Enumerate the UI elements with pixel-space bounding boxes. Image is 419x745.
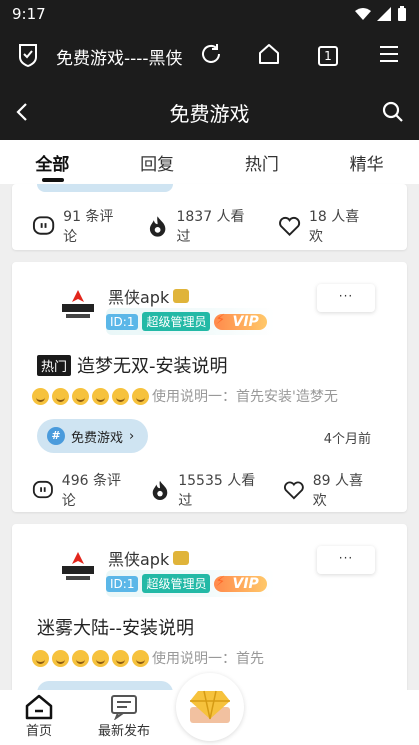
excerpt-text: 使用说明一：首先 <box>152 651 264 667</box>
admin-badge: 超级管理员 <box>142 312 211 331</box>
username[interactable]: 黑侠apk <box>108 284 190 308</box>
page-title: 免费游戏 <box>169 102 250 126</box>
smile-emoji-icon <box>72 387 89 405</box>
id-badge: ID:1 <box>106 313 139 330</box>
likes-count: 89 人喜欢 <box>312 473 363 509</box>
post-title-text: 迷雾大陆--安装说明 <box>37 618 194 639</box>
views-stat: 1837 人看过 <box>147 206 256 246</box>
chat-icon <box>111 695 137 720</box>
nav-home-label: 首页 <box>25 724 52 739</box>
post-card[interactable]: 91 条评论 1837 人看过 18 人喜欢 <box>12 184 407 250</box>
post-time: 4个月前 <box>323 432 371 447</box>
username[interactable]: 黑侠apk <box>108 546 190 570</box>
smile-emoji-icon <box>132 387 149 405</box>
post-excerpt: 使用说明一：首先 <box>32 648 264 668</box>
filter-tabs: 全部 回复 热门 精华 <box>0 140 419 184</box>
home-browser-icon[interactable] <box>257 42 281 66</box>
likes-count: 18 人喜欢 <box>308 209 360 245</box>
vip-badge: VIP <box>214 574 267 592</box>
admin-badge: 超级管理员 <box>142 574 211 593</box>
likes-stat[interactable]: 18 人喜欢 <box>278 206 371 246</box>
smile-emoji-icon <box>112 387 129 405</box>
comments-stat[interactable]: 496 条评论 <box>32 470 128 510</box>
post-card[interactable]: 黑侠apk ID:1 超级管理员 VIP ··· 热门 造梦无双-安装说明 使用… <box>12 262 407 512</box>
heart-icon <box>278 216 300 237</box>
user-badges: ID:1 超级管理员 VIP <box>106 308 275 335</box>
home-icon <box>25 694 53 720</box>
user-badges: ID:1 超级管理员 VIP <box>106 570 275 597</box>
avatar[interactable] <box>50 540 106 596</box>
views-count: 1837 人看过 <box>176 209 245 245</box>
heixia-logo-icon <box>62 552 94 580</box>
status-icons <box>355 6 407 22</box>
hot-tag: 热门 <box>37 354 72 376</box>
smile-emoji-icon <box>32 387 49 405</box>
tab-all[interactable]: 全部 <box>0 140 105 184</box>
app-header: 免费游戏 <box>0 84 419 140</box>
comments-stat[interactable]: 91 条评论 <box>32 206 125 246</box>
likes-stat[interactable]: 89 人喜欢 <box>283 470 371 510</box>
battery-icon <box>398 6 406 21</box>
browser-toolbar: 免费游戏----黑侠 1 <box>0 28 419 84</box>
smile-emoji-icon <box>92 387 109 405</box>
shield-check-icon[interactable] <box>16 42 40 68</box>
more-options-button[interactable]: ··· <box>317 546 375 574</box>
smile-emoji-icon <box>132 649 149 667</box>
smile-emoji-icon <box>52 649 69 667</box>
smile-emoji-icon <box>32 649 49 667</box>
category-label: 免费游戏 <box>71 430 124 446</box>
chevron-right-icon: › <box>129 428 135 444</box>
refresh-icon[interactable] <box>199 42 223 66</box>
nav-latest[interactable]: 最新发布 <box>98 694 150 739</box>
comments-count: 496 条评论 <box>61 473 121 509</box>
treasure-badge-icon <box>173 289 190 303</box>
vip-badge: VIP <box>214 312 267 330</box>
post-title[interactable]: 迷雾大陆--安装说明 <box>37 614 194 640</box>
more-options-button[interactable]: ··· <box>317 284 375 312</box>
smile-emoji-icon <box>92 649 109 667</box>
tab-hot[interactable]: 热门 <box>210 140 315 184</box>
nav-home[interactable]: 首页 <box>24 694 54 739</box>
tab-replies[interactable]: 回复 <box>105 140 210 184</box>
id-badge: ID:1 <box>106 575 139 592</box>
fire-icon <box>152 480 168 500</box>
heixia-logo-icon <box>62 290 94 318</box>
watermark-logo-icon <box>287 647 375 671</box>
status-bar: 9:17 <box>0 0 419 28</box>
category-tag[interactable]: # 免费游戏 › <box>37 419 149 453</box>
comments-count: 91 条评论 <box>63 209 114 245</box>
tab-count-button[interactable]: 1 <box>318 46 338 66</box>
vip-center-button[interactable] <box>176 673 244 741</box>
post-stats: 91 条评论 1837 人看过 18 人喜欢 <box>32 206 393 246</box>
views-stat: 15535 人看过 <box>150 470 261 510</box>
views-count: 15535 人看过 <box>178 473 256 509</box>
nav-latest-label: 最新发布 <box>98 724 151 739</box>
browser-tab-title[interactable]: 免费游戏----黑侠 <box>56 44 184 69</box>
username-text: 黑侠apk <box>108 550 170 569</box>
comment-icon <box>32 216 55 235</box>
category-tag-partial[interactable] <box>37 184 173 192</box>
menu-icon[interactable] <box>377 42 401 66</box>
excerpt-text: 使用说明一：首先安装'造梦无 <box>152 389 338 405</box>
post-title-text: 造梦无双-安装说明 <box>77 356 228 377</box>
comment-icon <box>32 480 53 499</box>
smile-emoji-icon <box>72 649 89 667</box>
signal-icon <box>377 7 391 21</box>
post-stats: 496 条评论 15535 人看过 89 人喜欢 <box>32 470 393 510</box>
avatar[interactable] <box>50 278 106 334</box>
wifi-icon <box>355 8 371 20</box>
smile-emoji-icon <box>52 387 69 405</box>
search-icon[interactable] <box>381 100 405 124</box>
heart-icon <box>283 481 304 500</box>
post-excerpt: 使用说明一：首先安装'造梦无 <box>32 386 338 406</box>
tab-featured[interactable]: 精华 <box>314 140 419 184</box>
smile-emoji-icon <box>112 649 129 667</box>
fire-icon <box>150 216 166 237</box>
diamond-icon <box>190 690 230 723</box>
treasure-badge-icon <box>173 551 190 565</box>
status-time: 9:17 <box>12 5 46 23</box>
username-text: 黑侠apk <box>108 288 170 307</box>
hash-icon: # <box>47 427 65 445</box>
post-title[interactable]: 热门 造梦无双-安装说明 <box>37 352 228 378</box>
